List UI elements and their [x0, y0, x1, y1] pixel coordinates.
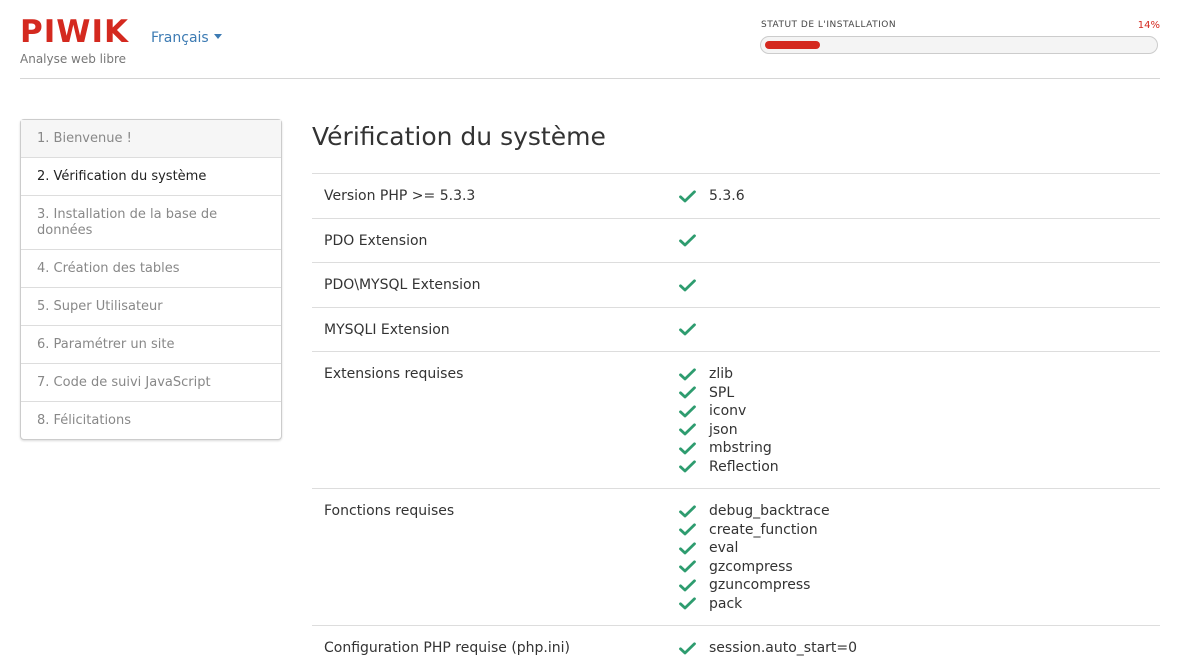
result-item [674, 232, 1148, 251]
result-item [674, 321, 1148, 340]
requirement-result: debug_backtrace create_functioneval gzcomp… [662, 488, 1160, 626]
result-item: debug_backtrace [674, 502, 1148, 521]
requirement-label: Version PHP >= 5.3.3 [312, 173, 662, 218]
requirement-result [662, 306, 1160, 352]
result-item [674, 276, 1148, 295]
header-divider [20, 78, 1160, 79]
check-icon [679, 368, 696, 381]
table-row: PDO\MYSQL Extension [312, 262, 1160, 307]
table-row: MYSQLI Extension [312, 306, 1160, 352]
result-value: eval [709, 540, 739, 557]
result-item: gzuncompress [674, 576, 1148, 595]
check-icon [679, 423, 696, 436]
result-item: zlib [674, 365, 1148, 384]
result-item: create_function [674, 521, 1148, 540]
result-item: pack [674, 595, 1148, 614]
result-value: session.auto_start=0 [709, 640, 858, 657]
requirement-label: PDO\MYSQL Extension [312, 262, 662, 307]
result-value: SPL [709, 384, 735, 401]
check-icon [679, 542, 696, 555]
step-item: 1. Bienvenue ! [21, 120, 281, 157]
check-icon [679, 579, 696, 592]
step-item: 4. Création des tables [21, 249, 281, 287]
check-icon [679, 442, 696, 455]
result-value: gzuncompress [709, 577, 811, 594]
language-selector[interactable]: Français [151, 30, 222, 46]
table-row: Extensions requises zlib SPL iconv json mbstr… [312, 351, 1160, 489]
install-status-percent: 14% [1137, 20, 1160, 31]
check-icon [679, 190, 696, 203]
table-row: Fonctions requises debug_backtrace create_… [312, 488, 1160, 626]
requirement-result: 5.3.6 [662, 173, 1160, 218]
result-item: iconv [674, 402, 1148, 421]
installation-steps: 1. Bienvenue ! 2. Vérification du système… [20, 119, 282, 440]
tagline: Analyse web libre [20, 52, 127, 66]
requirement-label: Extensions requises [312, 351, 662, 489]
result-value: json [709, 421, 738, 438]
requirement-label: PDO Extension [312, 217, 662, 263]
check-icon [679, 386, 696, 399]
install-progress-bar [760, 36, 1158, 54]
chevron-down-icon [213, 34, 222, 39]
result-value: debug_backtrace [709, 503, 830, 520]
system-check-table: Version PHP >= 5.3.3 5.3.6 PDO Extension PD… [312, 173, 1160, 670]
check-icon [679, 234, 696, 247]
table-row: Version PHP >= 5.3.3 5.3.6 [312, 173, 1160, 218]
language-label: Français [151, 30, 209, 46]
step-item: 8. Félicitations [21, 401, 281, 439]
check-icon [679, 405, 696, 418]
requirement-label: Fonctions requises [312, 488, 662, 626]
result-item: Reflection [674, 458, 1148, 477]
result-item: SPL [674, 384, 1148, 403]
piwik-logo[interactable]: PIWIK [20, 14, 129, 50]
requirement-label: MYSQLI Extension [312, 306, 662, 352]
check-icon [679, 323, 696, 336]
install-progress-fill [765, 41, 820, 49]
result-item: eval [674, 539, 1148, 558]
result-item: session.auto_start=0 [674, 639, 1148, 658]
step-item: 5. Super Utilisateur [21, 287, 281, 325]
requirement-result: zlib SPL iconv json mbstring Reflection [662, 351, 1160, 489]
step-item: 7. Code de suivi JavaScript [21, 363, 281, 401]
result-value: 5.3.6 [709, 188, 745, 205]
result-value: pack [709, 595, 743, 612]
check-icon [679, 560, 696, 573]
step-item: 6. Paramétrer un site [21, 325, 281, 363]
requirement-result [662, 217, 1160, 263]
table-row: PDO Extension [312, 217, 1160, 263]
result-value: gzcompress [709, 558, 793, 575]
check-icon [679, 505, 696, 518]
result-item: gzcompress [674, 558, 1148, 577]
result-item: json [674, 421, 1148, 440]
requirement-result [662, 262, 1160, 307]
page-title: Vérification du système [312, 122, 606, 151]
check-icon [679, 642, 696, 655]
result-value: iconv [709, 403, 747, 420]
check-icon [679, 460, 696, 473]
check-icon [679, 523, 696, 536]
result-value: mbstring [709, 440, 772, 457]
result-item: mbstring [674, 439, 1148, 458]
step-item: 2. Vérification du système [21, 157, 281, 195]
result-value: zlib [709, 366, 734, 383]
install-status-label: STATUT DE L'INSTALLATION [761, 20, 897, 30]
result-value: create_function [709, 521, 818, 538]
result-value: Reflection [709, 458, 779, 475]
check-icon [679, 597, 696, 610]
check-icon [679, 279, 696, 292]
step-item: 3. Installation de la base de données [21, 195, 281, 249]
result-item: 5.3.6 [674, 187, 1148, 206]
